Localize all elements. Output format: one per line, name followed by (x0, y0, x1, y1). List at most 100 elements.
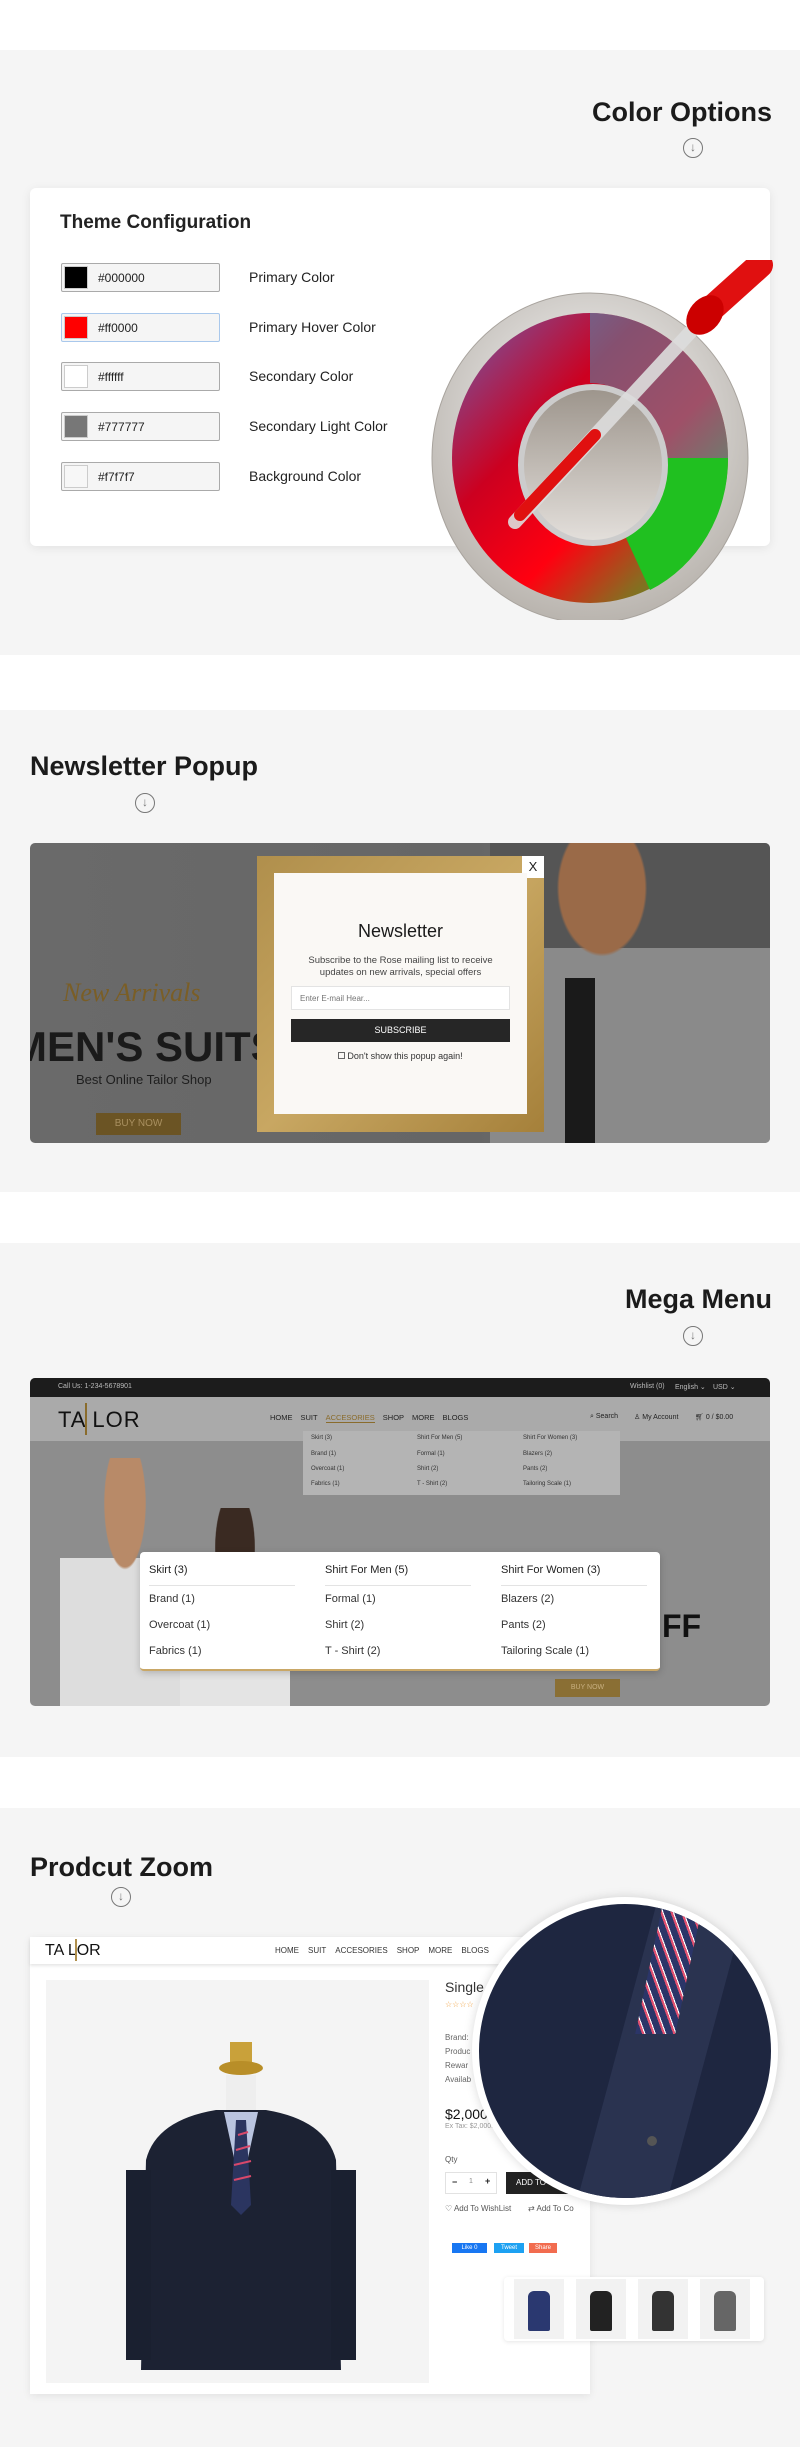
detail-label: Produc (445, 2047, 471, 2056)
search-link[interactable]: ⌕ Search (590, 1413, 618, 1421)
product-thumbnail[interactable] (514, 2279, 564, 2339)
zoomed-button (647, 2136, 657, 2146)
menu-item[interactable]: Shirt (2) (417, 1466, 438, 1472)
quantity-stepper[interactable]: − 1 + (445, 2172, 497, 2194)
color-input[interactable]: #000000 (61, 263, 220, 292)
popup-body: Newsletter Subscribe to the Rose mailing… (274, 873, 527, 1114)
subscribe-button[interactable]: SUBSCRIBE (291, 1019, 510, 1042)
dont-show-checkbox[interactable]: Don't show this popup again! (274, 1051, 527, 1061)
menu-item[interactable]: Brand (1) (149, 1593, 195, 1605)
menu-item[interactable]: Shirt (2) (325, 1619, 364, 1631)
nav-item[interactable]: ACCESORIES (325, 1413, 375, 1423)
newsletter-popup: X Newsletter Subscribe to the Rose maili… (257, 856, 544, 1132)
nav-item[interactable]: SUIT (308, 1946, 326, 1955)
nav-item[interactable]: MORE (412, 1413, 435, 1422)
menu-item[interactable]: Blazers (2) (501, 1593, 554, 1605)
buy-now-button[interactable]: BUY NOW (96, 1113, 181, 1135)
menu-heading[interactable]: Shirt For Men (5) (417, 1435, 462, 1441)
nav-item[interactable]: BLOGS (461, 1946, 489, 1955)
compare-link[interactable]: ⇄ Add To Co (528, 2204, 574, 2213)
logo[interactable]: TA LOR (58, 1407, 141, 1433)
menu-item[interactable]: Pants (2) (523, 1466, 547, 1472)
product-image[interactable] (46, 1980, 429, 2383)
detail-label: Availab (445, 2075, 472, 2084)
color-value: #000000 (98, 271, 145, 285)
nav-item[interactable]: SUIT (301, 1413, 318, 1422)
product-thumbnail[interactable] (638, 2279, 688, 2339)
nav-item[interactable]: MORE (428, 1946, 452, 1955)
menu-item[interactable]: Tailoring Scale (1) (523, 1481, 571, 1487)
language-select[interactable]: English ⌄ (675, 1383, 706, 1391)
wishlist-link[interactable]: Wishlist (0) (630, 1383, 665, 1390)
banner-subtitle: Best Online Tailor Shop (76, 1072, 212, 1087)
qty-label: Qty (445, 2155, 458, 2164)
menu-item[interactable]: Pants (2) (501, 1619, 546, 1631)
facebook-like-button[interactable]: Like 0 (452, 2243, 487, 2253)
currency-select[interactable]: USD ⌄ (713, 1383, 736, 1391)
buy-now-button[interactable]: BUY NOW (555, 1679, 620, 1697)
wishlist-link[interactable]: ♡ Add To WishList (445, 2204, 511, 2213)
menu-item[interactable]: Overcoat (1) (149, 1619, 210, 1631)
menu-heading[interactable]: Shirt For Men (5) (325, 1564, 408, 1576)
color-value: #ff0000 (98, 321, 138, 335)
menu-item[interactable]: Formal (1) (417, 1451, 445, 1457)
search-label: Search (595, 1413, 619, 1420)
checkbox[interactable] (338, 1052, 346, 1059)
arrow-down-icon: ↓ (111, 1887, 131, 1907)
share-button[interactable]: Share (529, 2243, 557, 2253)
nav-item[interactable]: HOME (275, 1946, 299, 1955)
menu-item[interactable]: Blazers (2) (523, 1451, 552, 1457)
suit-thumbnail-icon (590, 2291, 612, 2331)
color-swatch[interactable] (64, 365, 88, 388)
menu-item[interactable]: T - Shirt (2) (417, 1481, 447, 1487)
suit-thumbnail-icon (528, 2291, 550, 2331)
nav-item[interactable]: HOME (270, 1413, 293, 1422)
menu-item[interactable]: T - Shirt (2) (325, 1645, 380, 1657)
wishlist-label: Add To WishList (453, 2204, 512, 2213)
menu-item[interactable]: Fabrics (1) (311, 1481, 340, 1487)
menu-heading[interactable]: Skirt (3) (311, 1435, 332, 1441)
arrow-down-icon: ↓ (135, 793, 155, 813)
menu-item[interactable]: Overcoat (1) (311, 1466, 344, 1472)
plus-button[interactable]: + (485, 2176, 490, 2186)
zoom-lens (472, 1897, 778, 2205)
product-title: Single (445, 1979, 484, 1995)
color-input[interactable]: #ff0000 (61, 313, 220, 342)
menu-item[interactable]: Formal (1) (325, 1593, 376, 1605)
menu-item[interactable]: Fabrics (1) (149, 1645, 202, 1657)
color-input[interactable]: #777777 (61, 412, 220, 441)
divider (325, 1585, 471, 1586)
color-value: #ffffff (98, 370, 124, 384)
email-input[interactable] (291, 986, 510, 1010)
menu-item[interactable]: Tailoring Scale (1) (501, 1645, 589, 1657)
nav-item[interactable]: ACCESORIES (335, 1946, 387, 1955)
minus-button[interactable]: − (452, 2177, 457, 2187)
tweet-button[interactable]: Tweet (494, 2243, 524, 2253)
product-thumbnail[interactable] (700, 2279, 750, 2339)
color-swatch[interactable] (64, 415, 88, 438)
menu-heading[interactable]: Shirt For Women (3) (523, 1435, 577, 1441)
logo[interactable]: TA LOR (45, 1942, 101, 1960)
nav-item[interactable]: SHOP (397, 1946, 420, 1955)
color-input[interactable]: #f7f7f7 (61, 462, 220, 491)
color-value: #f7f7f7 (98, 470, 135, 484)
menu-heading[interactable]: Skirt (3) (149, 1564, 188, 1576)
product-thumbnail[interactable] (576, 2279, 626, 2339)
menu-item[interactable]: Brand (1) (311, 1451, 336, 1457)
color-input[interactable]: #ffffff (61, 362, 220, 391)
nav-item[interactable]: BLOGS (443, 1413, 469, 1422)
color-swatch[interactable] (64, 465, 88, 488)
cart-link[interactable]: 🛒︎ 0 / $0.00 (695, 1413, 733, 1421)
nav-item[interactable]: SHOP (383, 1413, 404, 1422)
menu-heading[interactable]: Shirt For Women (3) (501, 1564, 600, 1576)
detail-label: Rewar (445, 2061, 469, 2070)
section-title: Newsletter Popup (30, 751, 259, 781)
qty-value[interactable]: 1 (469, 2178, 473, 2185)
detail-label: Brand: (445, 2033, 469, 2042)
color-swatch[interactable] (64, 316, 88, 339)
color-label: Secondary Color (249, 368, 354, 384)
cart-label: 0 / $0.00 (705, 1414, 734, 1421)
color-swatch[interactable] (64, 266, 88, 289)
color-value: #777777 (98, 420, 145, 434)
account-link[interactable]: ♙ My Account (634, 1413, 678, 1421)
